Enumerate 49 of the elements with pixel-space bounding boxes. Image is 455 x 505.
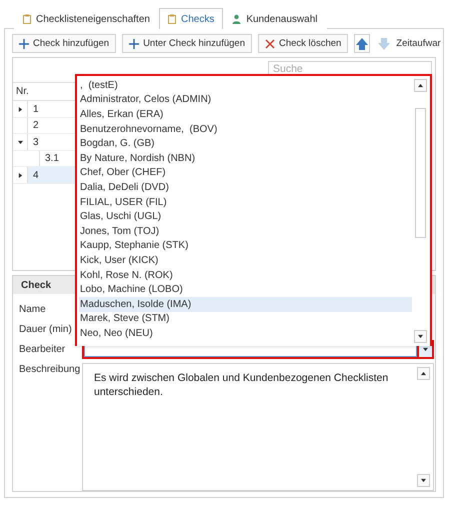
scroll-down-button[interactable] [414, 330, 427, 343]
dropdown-item[interactable]: Bogdan, G. (GB) [79, 136, 412, 151]
dropdown-item[interactable]: Kaupp, Stephanie (STK) [79, 238, 412, 254]
dropdown-item[interactable]: Maduschen, Isolde (IMA) [79, 296, 412, 312]
up-arrow-icon [355, 36, 370, 51]
caret-icon [421, 478, 426, 483]
toolbar-button[interactable]: Check löschen [258, 34, 348, 54]
dropdown-item[interactable]: Kick, User (KICK) [79, 253, 412, 268]
caret-icon [421, 371, 426, 376]
dropdown-item[interactable]: Administrator, Celos (ADMIN) [79, 92, 412, 108]
clipboard-icon [168, 14, 176, 24]
dropdown-item[interactable]: Benutzerohnevorname, (BOV) [79, 122, 412, 136]
dropdown-item[interactable]: , (testE) [79, 78, 412, 93]
scroll-down-button[interactable] [417, 474, 430, 487]
toolbar-button[interactable]: Unter Check hinzufügen [122, 34, 252, 54]
close-icon [264, 38, 275, 49]
field-label: Dauer (min) [19, 323, 73, 337]
dropdown-item[interactable]: Dalia, DeDeli (DVD) [79, 180, 412, 195]
description-field[interactable]: Es wird zwischen Globalen und Kundenbezogenen Checklisten unterschieden. [82, 363, 434, 491]
dropdown-item[interactable]: FILIAL, USER (FIL) [79, 194, 412, 210]
move-up-button[interactable] [354, 34, 370, 54]
dropdown-item[interactable]: Glas, Uschi (UGL) [79, 209, 412, 224]
scroll-up-button[interactable] [417, 367, 430, 380]
caret-icon [418, 83, 423, 88]
tab[interactable]: Checks [158, 8, 224, 29]
dropdown-item[interactable]: Lobo, Machine (LOBO) [79, 282, 412, 297]
plus-icon [129, 38, 140, 49]
field-label: Bearbeiter [19, 343, 66, 357]
column-header: Nr. [16, 86, 29, 98]
expander-icon[interactable] [18, 106, 22, 112]
dropdown-item[interactable]: Marek, Steve (STM) [79, 312, 412, 326]
dropdown-item[interactable]: Neo, Neo (NEU) [79, 326, 412, 341]
down-arrow-icon [377, 36, 392, 51]
dropdown-item[interactable]: Jones, Tom (TOJ) [79, 224, 412, 239]
expander-icon[interactable] [18, 172, 22, 178]
dropdown-item[interactable]: By Nature, Nordish (NBN) [79, 150, 412, 166]
field-label: Beschreibung [19, 363, 82, 377]
scrollbar[interactable] [415, 108, 426, 238]
expander-icon[interactable] [18, 140, 22, 145]
field-label: Name [19, 303, 47, 317]
description-text: Es wird zwischen Globalen und Kundenbezogenen Checklisten unterschieden. [94, 371, 390, 399]
toolbar-label: Zeitaufwar [396, 38, 441, 50]
toolbar-button[interactable]: Check hinzufügen [12, 34, 116, 54]
person-icon [232, 14, 242, 24]
scroll-up-button[interactable] [414, 79, 427, 92]
clipboard-icon [23, 14, 31, 24]
dropdown-item[interactable]: Chef, Ober (CHEF) [79, 166, 412, 180]
plus-icon [19, 38, 29, 49]
dropdown-item[interactable]: Alles, Erkan (ERA) [79, 107, 412, 122]
